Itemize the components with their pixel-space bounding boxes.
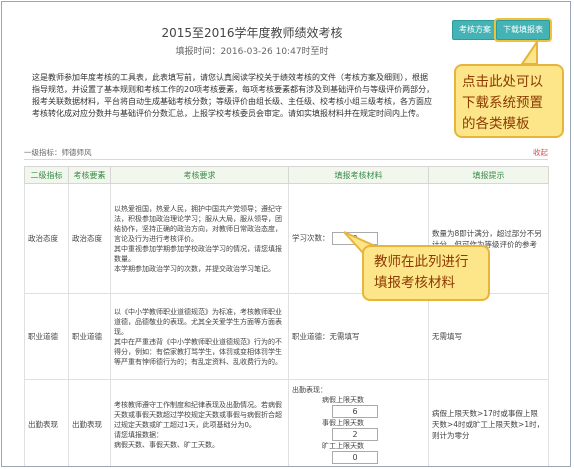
section-header: 一级指标：师德师风 收起 (24, 147, 548, 160)
page-title: 2015至2016学年度教师绩效考核 (161, 26, 343, 40)
col-header: 考核要求 (110, 166, 289, 184)
study-count-label: 学习次数： (292, 233, 330, 243)
collapse-link[interactable]: 收起 (533, 147, 548, 158)
intro-line: 考核转化成对应分数并与基础评价分数汇总，上报学校考核委员会审定。请如实填报材料并… (32, 109, 424, 118)
requirement-cell: 考核教师遵守工作制度和纪律表现及出勤情况。若病假天数或事假天数超过学校规定天数或… (110, 379, 289, 466)
download-tip-callout: 点击此处可以下载系统预置的各类模板 (454, 64, 564, 138)
col-header: 填报考核材料 (288, 166, 429, 184)
element-cell: 政治态度 (68, 183, 111, 294)
personal-leave-input[interactable]: 2 (332, 428, 378, 441)
fill-column-callout: 教师在此列进行填报考核材料 (362, 245, 490, 301)
section-label: 一级指标：师德师风 (24, 148, 92, 157)
table-row: 职业道德 职业道德 以《中小学教师职业道德规范》为标准，考核教师职业道德，品德敬… (24, 293, 549, 380)
indicator-cell: 职业道德 (24, 293, 69, 380)
intro-line: 这是教师参加年度考核的工具表，此表填写前，请您认真阅读学校关于绩效考核的文件（考… (32, 73, 428, 82)
material-cell: 职业道德：无需填写 (288, 293, 429, 380)
table-row: 出勤表现 出勤表现 考核教师遵守工作制度和纪律表现及出勤情况。若病假天数或事假天… (24, 379, 549, 466)
indicator-cell: 出勤表现 (24, 379, 69, 466)
download-form-button[interactable]: 下载填报表 (496, 20, 550, 40)
hint-cell: 无需填写 (428, 293, 549, 380)
sick-leave-input[interactable]: 6 (332, 405, 378, 418)
fill-time: 填报时间：2016-03-26 10:47时至时 (175, 47, 329, 57)
indicator-cell: 政治态度 (24, 183, 69, 294)
absence-input[interactable]: 0 (332, 451, 378, 464)
material-cell: 出勤表现： 病假上限天数 6 事假上限天数 2 旷工上限天数 0 (288, 379, 429, 466)
personal-leave-label: 事假上限天数 (322, 419, 364, 427)
intro-line: 指导规范，并设置了基本规则和考核工作的20项考核要素，每项考核要素都有涉及到基础… (32, 85, 435, 94)
study-count-input[interactable]: 8 (331, 232, 378, 245)
element-cell: 出勤表现 (68, 379, 111, 466)
assessment-table: 二级指标 考核要素 考核要求 填报考核材料 填报提示 政治态度 政治态度 以热爱… (24, 166, 549, 466)
hint-cell: 病假上限天数>17时或事假上限天数>4时或旷工上限天数>1时，则计为零分 (428, 379, 549, 466)
intro-text: 这是教师参加年度考核的工具表，此表填写前，请您认真阅读学校关于绩效考核的文件（考… (32, 72, 442, 120)
col-header: 二级指标 (24, 166, 69, 184)
callout-top-pointer (520, 38, 538, 65)
col-header: 考核要素 (68, 166, 111, 184)
attendance-label: 出勤表现： (292, 386, 327, 394)
sick-leave-label: 病假上限天数 (322, 396, 364, 404)
table-header-row: 二级指标 考核要素 考核要求 填报考核材料 填报提示 (24, 166, 549, 184)
assessment-plan-button[interactable]: 考核方案 (452, 20, 498, 40)
col-header: 填报提示 (428, 166, 549, 184)
intro-line: 报考关联数据材料，平台将自动生成基础考核分数；等级评价由组长级、主任级、校考核小… (32, 97, 432, 106)
requirement-cell: 以《中小学教师职业道德规范》为标准，考核教师职业道德，品德敬业的表现。尤其全关爱… (110, 293, 289, 380)
element-cell: 职业道德 (68, 293, 111, 380)
app-frame: 2015至2016学年度教师绩效考核 填报时间：2016-03-26 10:47… (1, 1, 571, 467)
absence-label: 旷工上限天数 (322, 442, 364, 450)
requirement-cell: 以热爱祖国，热爱人民，拥护中国共产党领导；遵纪守法，积极参加政治理论学习；服从大… (110, 183, 289, 294)
